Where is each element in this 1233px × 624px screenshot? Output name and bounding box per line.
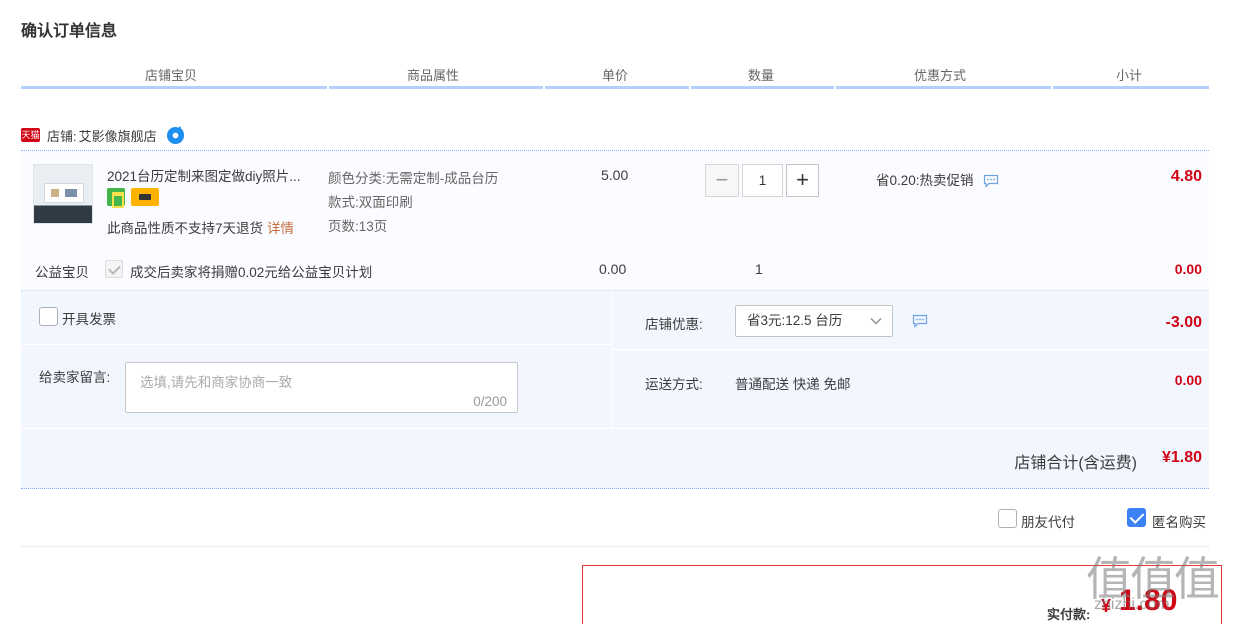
quantity-stepper: − 1 +: [705, 164, 819, 197]
column-subtotal: 小计: [1116, 68, 1143, 83]
memo-char-count: 0/200: [473, 394, 507, 409]
anonymous-buy-label[interactable]: 匿名购买: [1152, 511, 1206, 531]
charity-price: 0.00: [599, 261, 627, 277]
charity-label: 公益宝贝: [35, 265, 89, 280]
column-divider: [834, 86, 836, 89]
anonymous-buy-checkbox[interactable]: [1127, 508, 1146, 527]
charity-checkbox: [105, 260, 123, 278]
charity-row: 公益宝贝 成交后卖家将捐赠0.02元给公益宝贝计划 0.00 1 0.00: [21, 260, 1209, 291]
column-shop-item: 店铺宝贝: [145, 68, 198, 83]
page-title: 确认订单信息: [21, 23, 118, 40]
promo-text: 省0.20:热卖促销: [876, 173, 974, 188]
invoice-section: 开具发票: [21, 291, 613, 345]
shop-total-amount: ¥1.80: [1161, 449, 1202, 466]
pay-label: 实付款:: [1047, 607, 1091, 622]
promo-message-icon[interactable]: [983, 174, 999, 189]
shop-label: 店铺:: [47, 128, 77, 144]
shipping-amount: 0.00: [1174, 372, 1202, 388]
column-attributes: 商品属性: [407, 68, 460, 83]
charity-subtotal: 0.00: [1174, 261, 1202, 277]
invoice-label[interactable]: 开具发票: [62, 308, 116, 328]
column-divider: [543, 86, 545, 89]
detail-link[interactable]: 详情: [267, 221, 294, 236]
memo-label: 给卖家留言:: [39, 370, 111, 385]
qty-minus-button[interactable]: −: [705, 164, 739, 197]
column-divider: [689, 86, 691, 89]
order-options-panel: 开具发票 给卖家留言: 0/200 店铺优惠: 省3元:12.5 台历 -3.0…: [21, 290, 1209, 489]
friend-pay-label[interactable]: 朋友代付: [1021, 511, 1075, 531]
item-title-link[interactable]: 2021台历定制来图定做diy照片...: [107, 165, 325, 185]
watermark-url: zhizhi.com: [1094, 596, 1170, 613]
shipping-method: 普通配送 快递 免邮: [735, 377, 851, 392]
shop-discount-label: 店铺优惠:: [645, 317, 703, 332]
card-pay-icon[interactable]: [131, 188, 159, 206]
discount-message-icon[interactable]: [912, 314, 928, 328]
coupon-select[interactable]: 省3元:12.5 台历: [735, 305, 893, 337]
shop-discount-section: 店铺优惠: 省3元:12.5 台历 -3.00: [614, 291, 1209, 350]
column-discount: 优惠方式: [914, 68, 967, 83]
memo-section: 给卖家留言: 0/200: [21, 346, 613, 428]
unit-price: 5.00: [601, 167, 629, 183]
friend-pay-checkbox[interactable]: [998, 509, 1017, 528]
item-thumbnail[interactable]: [33, 164, 93, 224]
promo-info: 省0.20:热卖促销: [876, 169, 999, 189]
coupon-selected-value: 省3元:12.5 台历: [747, 313, 843, 328]
item-subtotal: 4.80: [1170, 168, 1202, 185]
column-unit-price: 单价: [602, 68, 629, 83]
column-divider: [327, 86, 329, 89]
shop-line: 天猫 店铺: 艾影像旗舰店: [21, 124, 185, 146]
item-attr-style: 款式:双面印刷: [328, 195, 413, 210]
shop-discount-amount: -3.00: [1165, 314, 1202, 331]
column-quantity: 数量: [748, 68, 775, 83]
order-item-block: 2021台历定制来图定做diy照片... 此商品性质不支持7天退货 详情 颜色分类…: [21, 150, 1209, 290]
qty-input[interactable]: 1: [742, 164, 783, 197]
no-return-text: 此商品性质不支持7天退货: [107, 221, 264, 236]
tmall-icon: 天猫: [21, 128, 40, 142]
chevron-down-icon: [870, 318, 882, 325]
column-divider: [1051, 86, 1053, 89]
shop-name-link[interactable]: 艾影像旗舰店: [79, 126, 157, 145]
no-return-notice: 此商品性质不支持7天退货 详情: [107, 217, 294, 237]
shop-total-label: 店铺合计(含运费): [1014, 455, 1137, 472]
charity-text: 成交后卖家将捐赠0.02元给公益宝贝计划: [130, 265, 373, 280]
shipping-section: 运送方式: 普通配送 快递 免邮 0.00: [614, 351, 1209, 428]
memo-textarea[interactable]: [126, 363, 517, 412]
column-header: 店铺宝贝 商品属性 单价 数量 优惠方式 小计: [21, 62, 1209, 89]
invoice-checkbox[interactable]: [39, 307, 58, 326]
memo-box: 0/200: [125, 362, 518, 413]
service-badges: [107, 188, 159, 208]
charity-quantity: 1: [755, 261, 763, 277]
qty-plus-button[interactable]: +: [786, 164, 819, 197]
item-attr-pages: 页数:13页: [328, 219, 388, 234]
guarantee-icon[interactable]: [107, 188, 125, 208]
shop-total-section: 店铺合计(含运费) ¥1.80: [21, 428, 1209, 490]
shipping-label: 运送方式:: [645, 377, 703, 392]
item-attr-color: 颜色分类:无需定制-成品台历: [328, 171, 499, 186]
divider: [21, 546, 1209, 547]
wangwang-chat-icon[interactable]: [166, 125, 185, 145]
